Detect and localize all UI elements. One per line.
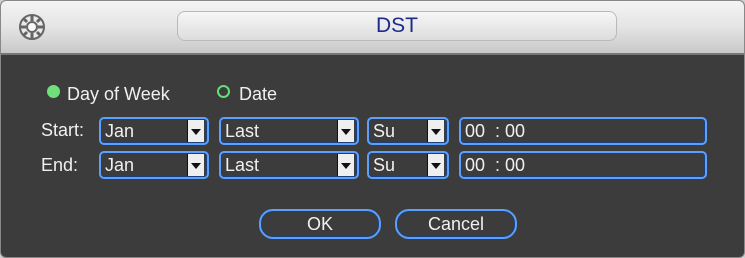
dst-dialog: DST Day of Week Date Start: Jan Last Su …: [0, 0, 745, 258]
label-date: Date: [239, 84, 278, 104]
label-day-of-week: Day of Week: [67, 84, 170, 104]
radio-date[interactable]: [217, 85, 230, 98]
end-week-value: Last: [225, 155, 260, 175]
start-day-select[interactable]: Su: [367, 117, 449, 145]
cancel-button[interactable]: Cancel: [395, 209, 517, 239]
chevron-down-icon: [337, 120, 354, 142]
dialog-title: DST: [376, 14, 418, 37]
ok-button[interactable]: OK: [259, 209, 381, 239]
chevron-down-icon: [337, 154, 354, 176]
start-week-value: Last: [225, 121, 260, 141]
end-day-select[interactable]: Su: [367, 151, 449, 179]
end-month-select[interactable]: Jan: [99, 151, 209, 179]
chevron-down-icon: [427, 120, 444, 142]
start-day-value: Su: [373, 121, 396, 141]
chevron-down-icon: [187, 120, 204, 142]
end-day-value: Su: [373, 155, 396, 175]
start-month-select[interactable]: Jan: [99, 117, 209, 145]
start-week-select[interactable]: Last: [219, 117, 359, 145]
end-time-input[interactable]: 00 : 00: [459, 151, 707, 179]
start-month-value: Jan: [105, 121, 135, 141]
chevron-down-icon: [187, 154, 204, 176]
start-label: Start:: [41, 120, 85, 140]
dialog-content: Day of Week Date Start: Jan Last Su 00 :…: [1, 55, 744, 257]
end-label: End:: [41, 155, 79, 175]
chevron-down-icon: [427, 154, 444, 176]
radio-day-of-week[interactable]: [47, 85, 60, 98]
title-bar: DST: [1, 1, 744, 55]
end-week-select[interactable]: Last: [219, 151, 359, 179]
gear-icon: [15, 10, 49, 44]
end-month-value: Jan: [105, 155, 135, 175]
start-time-input[interactable]: 00 : 00: [459, 117, 707, 145]
